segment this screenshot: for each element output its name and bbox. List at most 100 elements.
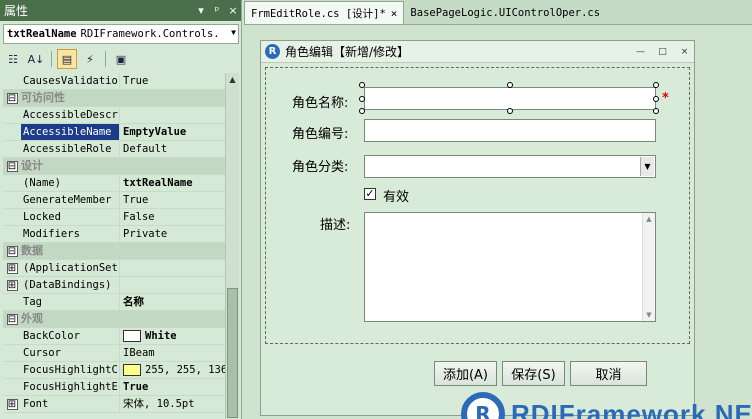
property-category[interactable]: ⊟ 数据 <box>3 243 225 260</box>
chevron-down-icon[interactable]: ▼ <box>640 157 654 176</box>
scroll-thumb[interactable] <box>227 288 238 418</box>
property-row[interactable]: ⊞ (ApplicationSet <box>3 260 225 277</box>
collapse-icon[interactable]: ⊟ <box>6 160 18 172</box>
property-pages-icon[interactable]: ▣ <box>111 49 131 69</box>
role-name-input[interactable] <box>364 87 656 110</box>
property-value-cell[interactable] <box>120 107 225 123</box>
property-value: Private <box>123 228 168 240</box>
resize-handle[interactable] <box>507 82 513 88</box>
property-row[interactable]: AccessibleRole Default <box>3 141 225 158</box>
designed-form[interactable]: R 角色编辑【新增/修改】 — □ × 角色名称: * 角色编号: 角色分类: … <box>260 40 695 416</box>
property-value-cell[interactable]: EmptyValue <box>120 124 225 140</box>
property-value: False <box>123 211 155 223</box>
form-title: 角色编辑【新增/修改】 <box>285 45 410 59</box>
property-row[interactable]: BackColor White <box>3 328 225 345</box>
property-value: True <box>123 381 149 393</box>
role-code-input[interactable] <box>364 119 656 142</box>
property-value-cell[interactable]: False <box>120 209 225 225</box>
events-icon[interactable]: ⚡ <box>80 49 100 69</box>
property-row[interactable]: AccessibleName EmptyValue <box>3 124 225 141</box>
property-name: FocusHighlightC <box>21 362 120 378</box>
brand-watermark: R RDIFramework.NET <box>461 392 752 419</box>
property-value-cell[interactable]: True <box>120 73 225 89</box>
close-icon[interactable]: × <box>225 4 241 17</box>
resize-handle[interactable] <box>653 96 659 102</box>
resize-handle[interactable] <box>359 108 365 114</box>
description-label: 描述: <box>320 218 351 233</box>
expand-icon[interactable]: ⊞ <box>6 398 18 410</box>
property-grid-scrollbar[interactable]: ▲ <box>225 73 239 419</box>
document-tab[interactable]: BasePageLogic.UIControlOper.cs <box>404 1 606 24</box>
close-icon[interactable]: × <box>391 7 398 20</box>
property-row[interactable]: FocusHighlightC 255, 255, 136 <box>3 362 225 379</box>
document-tab[interactable]: FrmEditRole.cs [设计]* × <box>244 1 405 24</box>
scroll-up-icon[interactable]: ▲ <box>643 213 655 225</box>
chevron-down-icon[interactable]: ▼ <box>231 28 236 37</box>
property-value-cell[interactable]: txtRealName <box>120 175 225 191</box>
form-titlebar: R 角色编辑【新增/修改】 — □ × <box>261 41 694 63</box>
property-category[interactable]: ⊟ 外观 <box>3 311 225 328</box>
property-value: EmptyValue <box>123 126 187 138</box>
property-row[interactable]: Modifiers Private <box>3 226 225 243</box>
pin-icon[interactable]: ᵖ <box>209 4 225 17</box>
maximize-icon[interactable]: □ <box>655 46 670 58</box>
property-value-cell[interactable]: Default <box>120 141 225 157</box>
textarea-scrollbar[interactable]: ▲ ▼ <box>642 213 655 321</box>
collapse-icon[interactable]: ⊟ <box>6 313 18 325</box>
property-value: 宋体, 10.5pt <box>123 398 195 410</box>
property-row[interactable]: AccessibleDescr <box>3 107 225 124</box>
save-button[interactable]: 保存(S) <box>502 361 565 386</box>
property-category[interactable]: ⊟ 可访问性 <box>3 90 225 107</box>
property-value-cell[interactable]: 名称 <box>120 294 225 310</box>
property-row[interactable]: GenerateMember True <box>3 192 225 209</box>
property-value-cell[interactable]: 宋体, 10.5pt <box>120 396 225 412</box>
minimize-icon[interactable]: — <box>633 46 648 58</box>
property-value-cell[interactable]: IBeam <box>120 345 225 361</box>
property-name: BackColor <box>21 328 120 344</box>
property-value-cell[interactable]: Private <box>120 226 225 242</box>
resize-handle[interactable] <box>359 96 365 102</box>
categorized-icon[interactable]: ☷ <box>3 49 23 69</box>
property-value-cell[interactable] <box>120 260 225 276</box>
resize-handle[interactable] <box>653 82 659 88</box>
resize-handle[interactable] <box>507 108 513 114</box>
property-row[interactable]: Locked False <box>3 209 225 226</box>
property-value-cell[interactable]: True <box>120 192 225 208</box>
alphabetical-icon[interactable]: A↓ <box>26 49 46 69</box>
property-row[interactable]: FocusHighlightE True <box>3 379 225 396</box>
panel-menu-icon[interactable]: ▾ <box>193 4 209 17</box>
property-row[interactable]: ⊞ (DataBindings) <box>3 277 225 294</box>
property-name: Cursor <box>21 345 120 361</box>
property-value-cell[interactable] <box>120 277 225 293</box>
role-code-label: 角色编号: <box>292 127 349 142</box>
collapse-icon[interactable]: ⊟ <box>6 92 18 104</box>
property-row[interactable]: (Name) txtRealName <box>3 175 225 192</box>
role-category-select[interactable]: ▼ <box>364 155 656 178</box>
property-value-cell[interactable]: 255, 255, 136 <box>120 362 225 378</box>
property-row[interactable]: CausesValidatio True <box>3 73 225 90</box>
property-name: CausesValidatio <box>21 73 120 89</box>
property-value-cell[interactable]: True <box>120 379 225 395</box>
scroll-up-icon[interactable]: ▲ <box>226 73 239 87</box>
property-row[interactable]: ⊞ Font 宋体, 10.5pt <box>3 396 225 413</box>
add-button[interactable]: 添加(A) <box>434 361 497 386</box>
object-selector[interactable]: txtRealName RDIFramework.Controls. ▼ <box>3 24 239 44</box>
close-icon[interactable]: × <box>677 46 692 58</box>
enabled-checkbox[interactable]: ✓ <box>364 188 376 200</box>
tab-label: BasePageLogic.UIControlOper.cs <box>410 6 601 19</box>
property-name: AccessibleName <box>21 124 120 140</box>
role-category-label: 角色分类: <box>292 160 349 175</box>
properties-icon[interactable]: ▤ <box>57 49 77 69</box>
property-value-cell[interactable]: White <box>120 328 225 344</box>
property-row[interactable]: Tag 名称 <box>3 294 225 311</box>
expand-icon[interactable]: ⊞ <box>6 279 18 291</box>
cancel-button[interactable]: 取消 <box>570 361 647 386</box>
expand-icon[interactable]: ⊞ <box>6 262 18 274</box>
collapse-icon[interactable]: ⊟ <box>6 245 18 257</box>
description-textarea[interactable]: ▲ ▼ <box>364 212 656 322</box>
resize-handle[interactable] <box>359 82 365 88</box>
property-category[interactable]: ⊟ 设计 <box>3 158 225 175</box>
property-row[interactable]: Cursor IBeam <box>3 345 225 362</box>
scroll-down-icon[interactable]: ▼ <box>643 309 655 321</box>
resize-handle[interactable] <box>653 108 659 114</box>
